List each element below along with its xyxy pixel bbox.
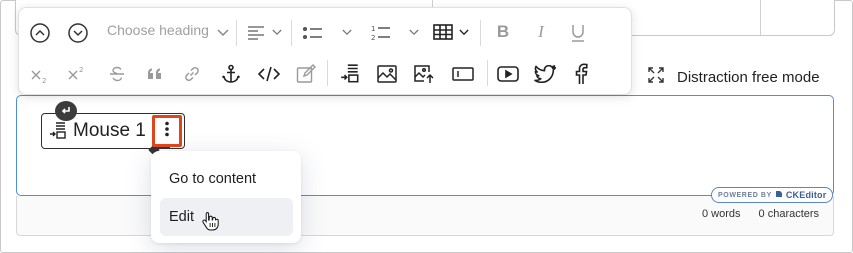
svg-text:2: 2 [42, 77, 46, 84]
anchor-icon[interactable] [220, 63, 242, 85]
toolbar-separator [480, 20, 481, 46]
text-field-icon[interactable] [450, 64, 476, 84]
superscript-icon[interactable]: 2 [67, 65, 89, 83]
word-count-words: 0 words [702, 208, 741, 220]
svg-text:2: 2 [371, 34, 375, 42]
chevron-down-icon[interactable] [271, 26, 283, 38]
powered-by-brand: CKEditor [785, 190, 827, 200]
toolbar-separator [327, 60, 328, 86]
italic-icon[interactable]: I [531, 22, 551, 42]
context-menu: Go to content Edit [151, 151, 301, 243]
expand-arrows-icon [647, 66, 665, 88]
chevron-down-icon[interactable] [457, 26, 471, 38]
word-count: 0 words 0 characters [702, 208, 819, 220]
facebook-icon[interactable] [571, 62, 591, 86]
chevron-down-icon[interactable] [340, 26, 354, 38]
chevron-down-icon[interactable] [216, 26, 230, 40]
upload-image-icon[interactable] [412, 62, 436, 86]
twitter-icon[interactable] [533, 63, 557, 85]
powered-by-prefix: POWERED BY [718, 191, 772, 199]
svg-text:1: 1 [371, 25, 375, 33]
subscript-icon[interactable]: 2 [30, 67, 52, 85]
underline-icon[interactable] [568, 22, 588, 44]
collapse-up-icon[interactable] [28, 21, 52, 45]
distraction-free-toggle[interactable]: Distraction free mode [647, 66, 820, 88]
background-divider [760, 0, 761, 36]
heading-dropdown[interactable]: Choose heading [107, 22, 209, 38]
menu-item-edit[interactable]: Edit [160, 198, 293, 236]
step-widget-label: Mouse 1 [73, 120, 146, 141]
word-count-characters: 0 characters [758, 208, 820, 220]
widget-options-button[interactable] [152, 115, 182, 147]
image-icon[interactable] [375, 62, 399, 86]
table-icon[interactable] [432, 22, 454, 42]
numbered-list-icon[interactable]: 12 [370, 22, 392, 44]
link-icon[interactable] [181, 64, 203, 84]
strikethrough-icon[interactable] [107, 65, 127, 83]
menu-item-go-to-content[interactable]: Go to content [160, 160, 293, 198]
edit-source-icon[interactable] [295, 63, 317, 85]
toolbar-separator [487, 60, 488, 86]
vertical-dots-icon [164, 121, 170, 142]
youtube-icon[interactable] [495, 64, 521, 84]
ckeditor-logo-icon [775, 190, 783, 200]
bold-icon[interactable]: B [493, 22, 513, 42]
distraction-free-label: Distraction free mode [677, 68, 820, 86]
toolbar-separator [291, 20, 292, 46]
toolbar-separator [236, 20, 237, 46]
insert-step-icon[interactable] [338, 62, 362, 86]
powered-by-badge[interactable]: POWERED BY CKEditor [711, 187, 834, 203]
code-icon[interactable] [257, 64, 281, 84]
bulleted-list-icon[interactable] [302, 23, 324, 43]
align-icon[interactable] [245, 23, 267, 43]
editor-toolbar: Choose heading 12 B I 2 2 [18, 7, 632, 95]
hand-pointer-icon [201, 211, 219, 236]
step-icon [48, 121, 68, 146]
svg-text:2: 2 [79, 66, 83, 74]
expand-down-icon[interactable] [66, 21, 90, 45]
return-arrow-icon[interactable] [55, 101, 77, 121]
chevron-down-icon[interactable] [407, 26, 421, 38]
blockquote-icon[interactable] [145, 66, 165, 82]
